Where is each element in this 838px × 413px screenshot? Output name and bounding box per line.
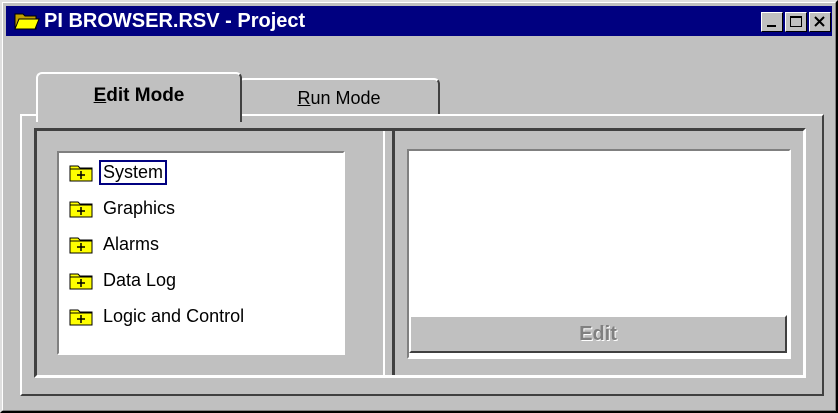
- project-tree[interactable]: System Graphics Alarms Data Log Logic an…: [57, 151, 345, 355]
- tab-edit-label: dit Mode: [106, 85, 185, 106]
- minimize-icon: [767, 25, 776, 27]
- project-window: PI BROWSER.RSV - Project Edit Mode Run M…: [0, 0, 838, 413]
- pane-splitter[interactable]: [383, 131, 395, 375]
- edit-button[interactable]: Edit: [409, 315, 787, 353]
- close-icon: [814, 16, 825, 27]
- window-title: PI BROWSER.RSV - Project: [44, 10, 306, 32]
- folder-expand-icon: [69, 201, 93, 218]
- tree-item-label: Alarms: [103, 234, 160, 254]
- tab-panel: System Graphics Alarms Data Log Logic an…: [20, 114, 824, 396]
- right-pane: Edit: [395, 131, 803, 375]
- tab-run-mnemonic: R: [297, 88, 311, 108]
- tab-run-label: un Mode: [310, 88, 381, 108]
- maximize-icon: [790, 16, 802, 27]
- tree-item-label: Data Log: [103, 270, 177, 290]
- left-pane: System Graphics Alarms Data Log Logic an…: [39, 133, 383, 371]
- title-bar[interactable]: PI BROWSER.RSV - Project: [6, 6, 832, 36]
- tab-edit-mnemonic: E: [93, 85, 107, 106]
- close-button[interactable]: [809, 12, 831, 32]
- folder-expand-icon: [69, 273, 93, 290]
- folder-expand-icon: [69, 165, 93, 182]
- maximize-button[interactable]: [785, 12, 807, 32]
- folder-open-icon: [14, 12, 40, 30]
- tab-edit-mode[interactable]: Edit Mode: [36, 72, 242, 122]
- content-frame: System Graphics Alarms Data Log Logic an…: [34, 128, 806, 378]
- tab-run-mode[interactable]: Run Mode: [238, 78, 440, 114]
- tree-item-label: System: [98, 160, 168, 185]
- minimize-button[interactable]: [761, 12, 783, 32]
- folder-expand-icon: [69, 309, 93, 326]
- tree-item-label: Logic and Control: [103, 306, 245, 326]
- tree-item-label: Graphics: [103, 198, 176, 218]
- folder-expand-icon: [69, 237, 93, 254]
